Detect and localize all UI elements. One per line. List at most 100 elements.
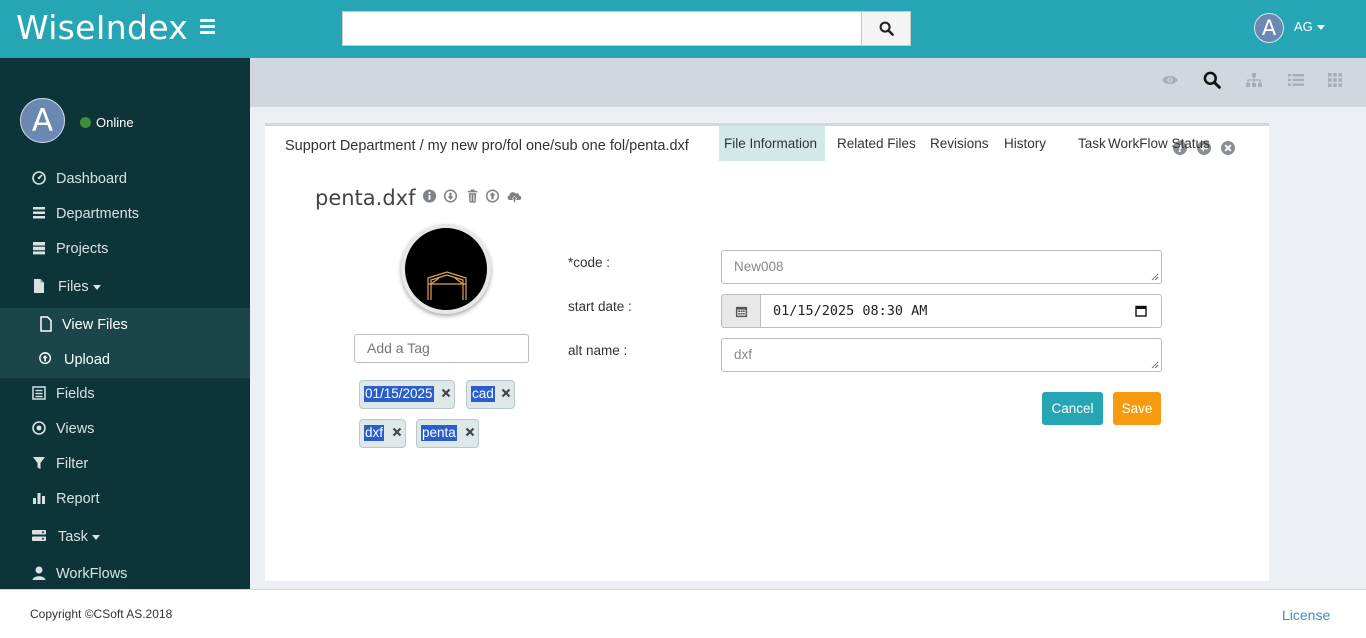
list-view-button[interactable]	[1286, 70, 1306, 90]
code-value: New008	[734, 259, 784, 274]
sidebar: A Online Dashboard Departments Projects …	[0, 58, 250, 589]
save-button[interactable]: Save	[1113, 392, 1161, 425]
sidebar-item-filter[interactable]: Filter	[0, 448, 250, 483]
tag-chip: penta	[416, 419, 479, 448]
sidebar-item-files[interactable]: Files	[0, 271, 250, 306]
file-thumbnail	[401, 224, 491, 314]
tag-label: penta	[421, 425, 457, 441]
dxf-preview-image	[427, 271, 467, 300]
resize-handle-icon[interactable]	[1151, 361, 1159, 369]
info-icon[interactable]	[422, 188, 437, 204]
tree-view-button[interactable]	[1244, 70, 1264, 90]
sidebar-item-label: Filter	[56, 456, 89, 472]
sidebar-item-label: Upload	[64, 352, 110, 368]
preview-button[interactable]	[1160, 70, 1180, 90]
list-view-icon	[1288, 74, 1304, 86]
user-initials-label: AG	[1294, 19, 1313, 34]
user-icon	[32, 566, 46, 580]
remove-tag-icon[interactable]	[441, 388, 451, 398]
alt-name-value: dxf	[734, 347, 753, 362]
resize-handle-icon[interactable]	[1151, 273, 1159, 281]
tab-workflow-status[interactable]: WorkFlow Status	[1103, 126, 1215, 161]
sidebar-item-task[interactable]: Task	[0, 521, 250, 556]
sidebar-item-label: Views	[56, 421, 95, 437]
sidebar-item-upload[interactable]: Upload	[0, 343, 250, 378]
tag-label: 01/15/2025	[364, 386, 434, 402]
calendar-picker-icon[interactable]	[1135, 305, 1147, 317]
sidebar-item-label: View Files	[62, 317, 128, 333]
dashboard-icon	[32, 171, 46, 185]
upload-icon[interactable]	[485, 188, 500, 204]
sidebar-item-label: Dashboard	[56, 171, 127, 187]
start-date-value: 01/15/2025 08:30 AM	[773, 303, 928, 319]
alt-name-label: alt name :	[568, 343, 628, 358]
start-date-label: start date :	[568, 299, 632, 314]
calendar-addon[interactable]	[721, 294, 761, 328]
code-label: *code :	[568, 255, 611, 270]
alt-name-field[interactable]: dxf	[721, 338, 1162, 372]
list-alt-icon	[32, 386, 46, 400]
footer: Copyright ©CSoft AS.2018 License	[0, 589, 1366, 638]
sidebar-item-label: WorkFlows	[56, 566, 128, 582]
user-menu[interactable]: AG	[1294, 19, 1325, 34]
sidebar-item-workflows[interactable]: WorkFlows	[0, 558, 250, 593]
sidebar-item-view-files[interactable]: View Files	[0, 308, 250, 343]
list-icon	[33, 207, 45, 219]
tab-revisions[interactable]: Revisions	[925, 126, 994, 161]
sidebar-item-dashboard[interactable]: Dashboard	[0, 163, 250, 198]
breadcrumb: Support Department / my new pro/fol one/…	[285, 138, 689, 154]
sidebar-item-projects[interactable]: Projects	[0, 233, 250, 268]
tag-label: cad	[471, 386, 495, 402]
sidebar-toggle-icon[interactable]	[200, 19, 215, 35]
grid-view-icon	[1328, 73, 1342, 87]
tag-chip: 01/15/2025	[359, 380, 455, 409]
server-icon	[33, 242, 45, 255]
sidebar-item-fields[interactable]: Fields	[0, 378, 250, 413]
download-icon[interactable]	[443, 188, 458, 204]
close-icon[interactable]	[1220, 140, 1236, 156]
avatar: A	[20, 98, 65, 143]
trash-icon[interactable]	[465, 188, 480, 204]
tab-file-information[interactable]: File Information	[719, 126, 825, 161]
sidebar-item-label: Projects	[56, 241, 109, 257]
copyright-text: Copyright ©CSoft AS.2018	[30, 607, 173, 621]
code-field[interactable]: New008	[721, 250, 1162, 284]
tab-related-files[interactable]: Related Files	[832, 126, 921, 161]
brand-logo[interactable]: WiseIndex	[16, 8, 188, 47]
sidebar-item-views[interactable]: Views	[0, 413, 250, 448]
file-outline-icon	[40, 316, 52, 332]
sidebar-item-report[interactable]: Report	[0, 483, 250, 518]
remove-tag-icon[interactable]	[501, 388, 511, 398]
tag-chip: dxf	[359, 419, 406, 448]
file-icon	[34, 279, 44, 293]
grid-view-button[interactable]	[1325, 70, 1345, 90]
sidebar-item-departments[interactable]: Departments	[0, 198, 250, 233]
bar-chart-icon	[33, 493, 45, 504]
start-date-field[interactable]: 01/15/2025 08:30 AM	[760, 294, 1162, 328]
chevron-down-icon	[92, 284, 101, 290]
filter-icon	[33, 457, 45, 469]
dot-circle-icon	[32, 421, 46, 435]
online-status-dot	[80, 117, 91, 128]
cloud-upload-icon[interactable]	[506, 188, 523, 204]
remove-tag-icon[interactable]	[465, 427, 475, 437]
search-button[interactable]	[861, 11, 911, 46]
user-avatar[interactable]: A	[1254, 13, 1284, 43]
sidebar-item-label: Files	[58, 279, 101, 295]
online-status-label: Online	[96, 115, 134, 130]
search-view-button[interactable]	[1202, 70, 1222, 90]
chevron-down-icon	[1316, 25, 1325, 31]
global-search-input[interactable]	[342, 11, 862, 46]
cancel-button[interactable]: Cancel	[1042, 392, 1103, 425]
tag-chip: cad	[466, 380, 515, 409]
search-icon	[879, 21, 894, 36]
view-toolbar	[250, 58, 1366, 107]
chevron-down-icon	[91, 534, 100, 540]
license-link[interactable]: License	[1282, 607, 1330, 623]
add-tag-input[interactable]: Add a Tag	[354, 334, 529, 363]
files-submenu: View Files Upload	[0, 308, 250, 378]
tasks-icon	[32, 530, 46, 541]
tab-history[interactable]: History	[999, 126, 1051, 161]
top-navbar: WiseIndex A AG	[0, 0, 1366, 58]
remove-tag-icon[interactable]	[392, 427, 402, 437]
